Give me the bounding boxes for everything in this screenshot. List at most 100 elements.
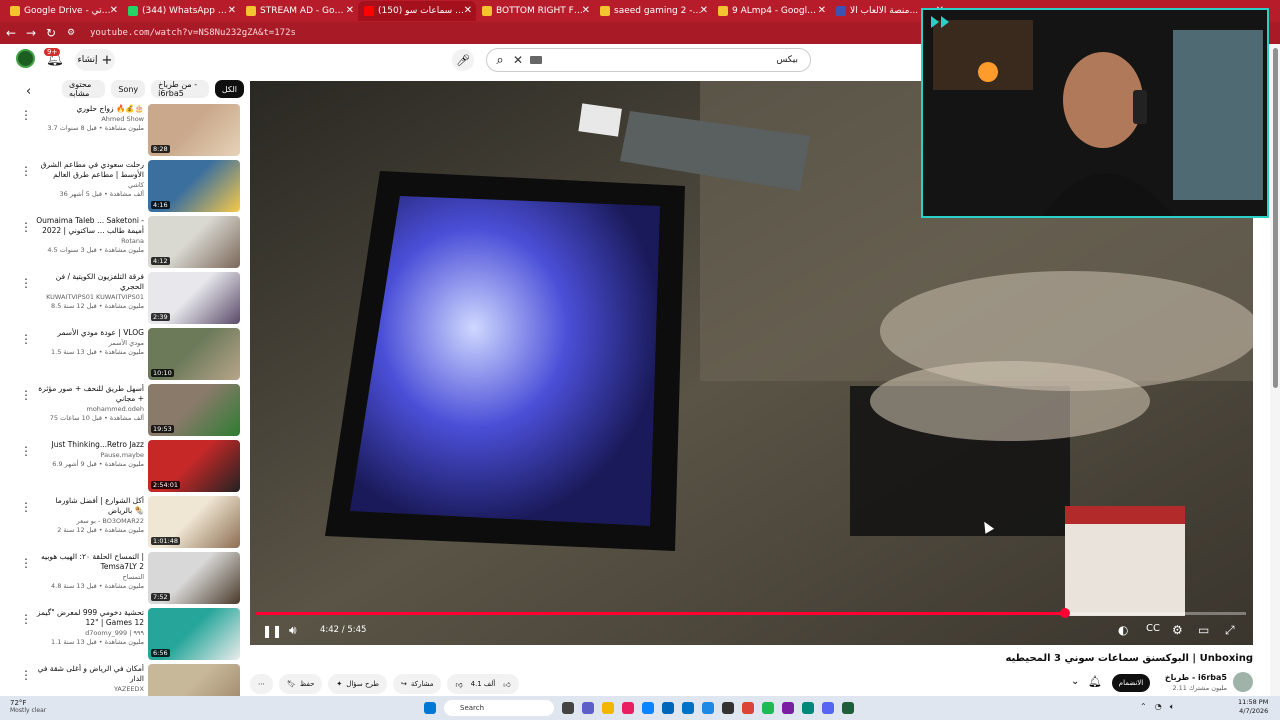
search-input[interactable]: بيكس <box>542 55 810 65</box>
settings-gear-icon[interactable]: ⚙ <box>1172 623 1183 637</box>
tab-close-icon[interactable]: ✕ <box>228 5 236 16</box>
taskbar-search[interactable]: Search <box>444 700 554 716</box>
tray-chevron-icon[interactable]: ⌃ <box>1140 702 1147 712</box>
speaker-icon[interactable]: 🔈︎ <box>1170 702 1175 712</box>
browser-tab[interactable]: (344) WhatsApp Business✕ <box>122 1 240 21</box>
chevron-down-icon[interactable]: ⌄ <box>1071 676 1079 687</box>
more-options-icon[interactable]: ⋮ <box>20 388 32 402</box>
filter-chip[interactable]: محتوى مشابه <box>62 80 106 98</box>
chrome-icon[interactable] <box>742 702 754 714</box>
discord-icon[interactable] <box>822 702 834 714</box>
back-icon[interactable]: ← <box>2 26 20 40</box>
recommended-video[interactable]: ⋮ Oumaima Taleb ... Saketoni - أميمة طالب… <box>0 216 244 270</box>
join-button[interactable]: الانضمام <box>1112 674 1150 692</box>
channel-avatar[interactable] <box>1233 672 1253 692</box>
more-options-icon[interactable]: ⋮ <box>20 220 32 234</box>
ask-button[interactable]: ✦ طرح سؤال <box>328 674 387 694</box>
url-field[interactable]: youtube.com/watch?v=NS8Nu232gZA&t=172s <box>90 28 296 38</box>
subscription-bell-icon[interactable]: 🔔︎ <box>1088 675 1102 688</box>
more-options-icon[interactable]: ⋮ <box>20 668 32 682</box>
edge-icon[interactable] <box>642 702 654 714</box>
recommended-video-title[interactable]: أسهل طريق للنحف + صور مؤثرة + مجاني <box>32 384 144 404</box>
dislike-icon[interactable]: 👎︎ <box>455 680 462 689</box>
more-options-icon[interactable]: ⋮ <box>20 612 32 626</box>
recommended-video-title[interactable]: Oumaima Taleb ... Saketoni - أميمة طالب … <box>32 216 144 236</box>
app-icon-3[interactable] <box>722 702 734 714</box>
more-options-icon[interactable]: ⋮ <box>20 108 32 122</box>
page-scrollbar-thumb[interactable] <box>1273 48 1278 388</box>
windows-start-icon[interactable] <box>424 702 436 714</box>
pause-icon[interactable]: ❚❚ <box>262 624 282 638</box>
tab-close-icon[interactable]: ✕ <box>346 5 354 16</box>
volume-icon[interactable]: 🔊︎ <box>289 623 297 638</box>
save-button[interactable]: 🔖︎ حفظ <box>279 674 323 694</box>
more-actions-button[interactable]: ⋯ <box>250 674 273 694</box>
more-options-icon[interactable]: ⋮ <box>20 556 32 570</box>
filter-chip[interactable]: من طرباخ - i6rba5 <box>151 80 209 98</box>
taskbar-clock[interactable]: 11:58 PM 4/7/2026 <box>1238 698 1268 716</box>
teams-icon[interactable] <box>582 702 594 714</box>
tab-close-icon[interactable]: ✕ <box>464 5 472 16</box>
more-options-icon[interactable]: ⋮ <box>20 444 32 458</box>
recommended-video-title[interactable]: أمكان في الرياض و أغلى شقة في الدار <box>32 664 144 684</box>
recommended-video[interactable]: ⋮ أمكان في الرياض و أغلى شقة في الدار YAZE… <box>0 664 244 696</box>
recommended-video-title[interactable]: تحشية دخومي 999 لمعرض "گيمز 12" | Games … <box>32 608 144 628</box>
more-options-icon[interactable]: ⋮ <box>20 276 32 290</box>
recommended-video[interactable]: ⋮ زواج حلوري 🔥💰🎂 Ahmed Show 3.7 مليون مشاهد… <box>0 104 244 158</box>
recommended-video[interactable]: ⋮ رحلت سعودي في مطاعم الشرق الأوسط | مطاع… <box>0 160 244 214</box>
theater-mode-icon[interactable]: ▭ <box>1198 623 1209 637</box>
browser-tab[interactable]: Google Drive - ملفاتي✕ <box>4 1 122 21</box>
app-icon-5[interactable] <box>802 702 814 714</box>
recommended-video[interactable]: ⋮ التمساح الحلقة ٢٠: الهيب هوبيه | Temsa7… <box>0 552 244 606</box>
tab-close-icon[interactable]: ✕ <box>818 5 826 16</box>
store-icon[interactable] <box>662 702 674 714</box>
filter-chip[interactable]: Sony <box>111 80 146 98</box>
recommended-video-title[interactable]: رحلت سعودي في مطاعم الشرق الأوسط | مطاعم… <box>32 160 144 180</box>
network-icon[interactable]: ◔ <box>1155 702 1162 712</box>
app-icon-4[interactable] <box>782 702 794 714</box>
tab-close-icon[interactable]: ✕ <box>110 5 118 16</box>
app-icon-2[interactable] <box>702 702 714 714</box>
recommended-video-title[interactable]: فرقة التلفزيون الكويتية / فن الحجري <box>32 272 144 292</box>
recommended-video[interactable]: ⋮ تحشية دخومي 999 لمعرض "گيمز 12" | Games… <box>0 608 244 662</box>
recommended-video-title[interactable]: أكل الشوارع | أفضل شاورما بالرياض 🌯 <box>32 496 144 516</box>
recommended-video[interactable]: ⋮ Just Thinking...Retro Jazz Pause,maybe 6.… <box>0 440 244 494</box>
like-icon[interactable]: 👍︎ <box>503 680 510 689</box>
file-explorer-icon[interactable] <box>602 702 614 714</box>
recommended-video-title[interactable]: التمساح الحلقة ٢٠: الهيب هوبيه | Temsa7L… <box>32 552 144 572</box>
autoplay-toggle-icon[interactable]: ◐ <box>1118 623 1128 637</box>
spotify-icon[interactable] <box>762 702 774 714</box>
app-icon-1[interactable] <box>622 702 634 714</box>
recommended-video-thumbnail[interactable] <box>148 664 240 696</box>
more-options-icon[interactable]: ⋮ <box>20 332 32 346</box>
recommended-video[interactable]: ⋮ أكل الشوارع | أفضل شاورما بالرياض 🌯 بو س… <box>0 496 244 550</box>
browser-tab[interactable]: saeed gaming 2 - Google Drive✕ <box>594 1 712 21</box>
site-info-icon[interactable]: ⚙ <box>62 28 80 38</box>
tab-close-icon[interactable]: ✕ <box>582 5 590 16</box>
scrubber-handle[interactable] <box>1059 608 1070 618</box>
recommended-video[interactable]: ⋮ عودة مودي الأسمر | VLOG مودي الأسمر 1.5 م… <box>0 328 244 382</box>
browser-tab[interactable]: 9 ALmp4 - Google Drive✕ <box>712 1 830 21</box>
more-options-icon[interactable]: ⋮ <box>20 500 32 514</box>
keyboard-icon[interactable] <box>530 56 542 64</box>
share-button[interactable]: ↪ مشاركة <box>392 674 442 694</box>
recommended-video-title[interactable]: زواج حلوري 🔥💰🎂 <box>32 104 144 114</box>
voice-search-mic-icon[interactable]: 🎤︎ <box>452 49 474 71</box>
weather-widget[interactable]: 72°F Mostly clear <box>10 699 46 714</box>
browser-tab[interactable]: BOTTOM RIGHT FULL.mov - Go✕ <box>476 1 594 21</box>
recommended-video-title[interactable]: Just Thinking...Retro Jazz <box>32 440 144 450</box>
recommended-video[interactable]: ⋮ فرقة التلفزيون الكويتية / فن الحجري KUWA… <box>0 272 244 326</box>
channel-name[interactable]: طرباخ - i6rba5 <box>1165 673 1227 682</box>
account-avatar[interactable] <box>16 49 35 68</box>
recommended-video[interactable]: ⋮ أسهل طريق للنحف + صور مؤثرة + مجاني moha… <box>0 384 244 438</box>
create-button[interactable]: إنشاء + <box>75 49 115 71</box>
task-view-icon[interactable] <box>562 702 574 714</box>
search-icon[interactable]: ⌕ <box>487 53 513 68</box>
reload-icon[interactable]: ↻ <box>42 26 60 40</box>
browser-tab[interactable]: (150) البوكسنق سماعات سو✕ <box>358 1 476 21</box>
more-options-icon[interactable]: ⋮ <box>20 164 32 178</box>
forward-icon[interactable]: → <box>22 26 40 40</box>
outlook-icon[interactable] <box>682 702 694 714</box>
fullscreen-icon[interactable]: ⤢ <box>1225 623 1235 638</box>
tab-close-icon[interactable]: ✕ <box>700 5 708 16</box>
